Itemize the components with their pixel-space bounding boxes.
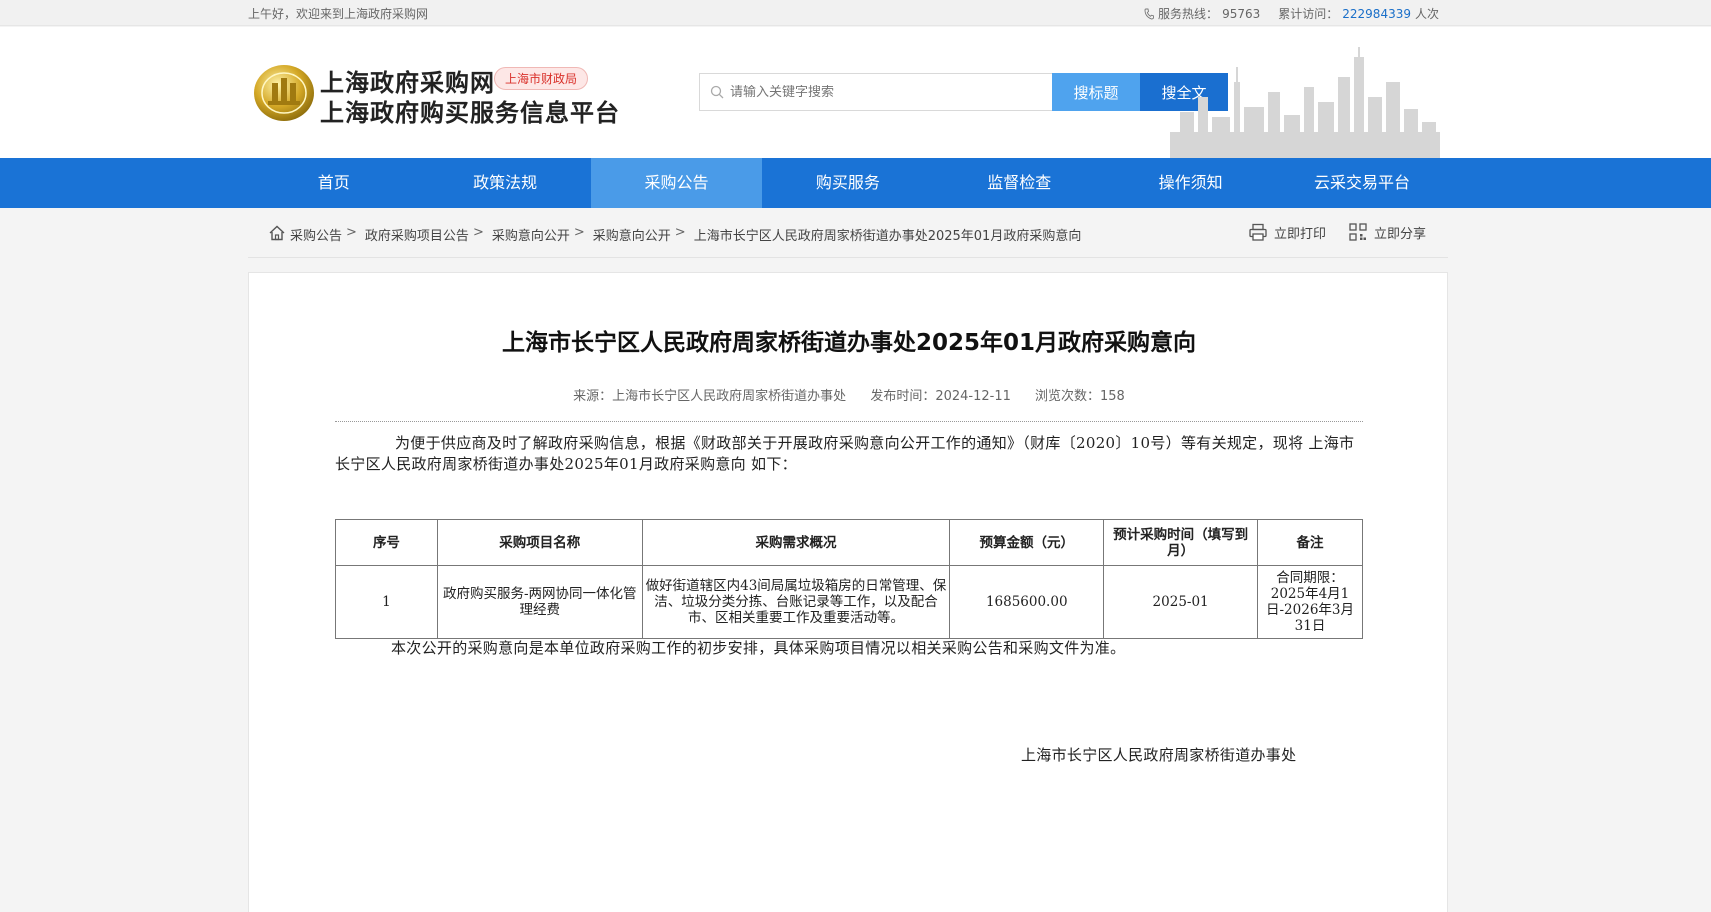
share-label: 立即分享	[1373, 226, 1426, 242]
page-actions: 立即打印 立即分享	[1248, 222, 1426, 242]
breadcrumb-item[interactable]: 政府采购项目公告	[365, 225, 469, 244]
table-cell: 做好街道辖区内43间局属垃圾箱房的日常管理、保洁、垃圾分类分拣、台账记录等工作，…	[641, 565, 951, 639]
table-header-cell: 序号	[335, 519, 438, 566]
nav-cloud-platform[interactable]: 云采交易平台	[1276, 158, 1447, 208]
article-note: 本次公开的采购意向是本单位政府采购工作的初步安排，具体采购项目情况以相关采购公告…	[391, 639, 1126, 657]
share-button[interactable]: 立即分享	[1348, 222, 1426, 242]
search-title-button[interactable]: 搜标题	[1052, 73, 1140, 111]
bureau-tag: 上海市财政局	[494, 67, 589, 90]
article-views: 浏览次数：158	[1035, 389, 1125, 404]
site-logo-emblem[interactable]	[252, 61, 316, 123]
table-cell: 1	[335, 565, 438, 639]
article-signature: 上海市长宁区人民政府周家桥街道办事处	[1021, 746, 1297, 764]
top-bar-stats: 服务热线： 95763 累计访问： 222984339 人次	[1144, 5, 1439, 22]
visits-count: 222984339	[1342, 6, 1411, 21]
article-meta: 来源：上海市长宁区人民政府周家桥街道办事处 发布时间：2024-12-11 浏览…	[249, 385, 1449, 404]
table-cell: 合同期限：2025年4月1日-2026年3月31日	[1257, 565, 1363, 639]
table-cell: 政府购买服务-两网协同一体化管理经费	[436, 565, 643, 639]
table-cell: 1685600.00	[949, 565, 1105, 639]
breadcrumb-item[interactable]: 采购意向公开	[492, 225, 570, 244]
nav-procurement-notice[interactable]: 采购公告	[590, 158, 763, 208]
table-cell: 2025-01	[1103, 565, 1259, 639]
table-header-cell: 预算金额（元）	[949, 519, 1105, 566]
breadcrumb-item[interactable]: 采购公告	[290, 225, 342, 244]
table-header-cell: 采购项目名称	[436, 519, 643, 566]
visits-label: 累计访问：	[1278, 7, 1339, 21]
site-header: 上海政府采购网 上海市财政局 上海政府购买服务信息平台 搜标题 搜全文	[0, 27, 1711, 158]
print-button[interactable]: 立即打印	[1248, 222, 1326, 242]
search-icon	[710, 85, 724, 99]
nav-supervision[interactable]: 监督检查	[934, 158, 1105, 208]
article-title: 上海市长宁区人民政府周家桥街道办事处2025年01月政府采购意向	[501, 330, 1197, 356]
article-panel: 上海市长宁区人民政府周家桥街道办事处2025年01月政府采购意向 来源：上海市长…	[248, 272, 1448, 912]
home-icon[interactable]	[268, 224, 286, 242]
table-header-cell: 预计采购时间（填写到月）	[1103, 519, 1259, 566]
qr-code-icon	[1349, 223, 1367, 241]
nav-policy[interactable]: 政策法规	[419, 158, 590, 208]
divider	[335, 421, 1363, 422]
welcome-text: 上午好，欢迎来到上海政府采购网	[248, 7, 429, 21]
table-header-row: 序号 采购项目名称 采购需求概况 预算金额（元） 预计采购时间（填写到月） 备注	[335, 519, 1363, 566]
article-intro: 为便于供应商及时了解政府采购信息，根据《财政部关于开展政府采购意向公开工作的通知…	[335, 434, 1355, 473]
table-header-cell: 备注	[1257, 519, 1363, 566]
skyline-illustration	[1170, 37, 1440, 158]
hotline-number: 95763	[1222, 6, 1261, 21]
breadcrumb-item[interactable]: 采购意向公开	[593, 225, 671, 244]
search-input[interactable]	[730, 84, 1030, 100]
nav-home[interactable]: 首页	[248, 158, 419, 208]
table-header-cell: 采购需求概况	[641, 519, 951, 566]
top-bar: 上午好，欢迎来到上海政府采购网 服务热线： 95763 累计访问： 222984…	[0, 0, 1711, 26]
article-publish-date: 发布时间：2024-12-11	[870, 389, 1011, 404]
breadcrumb-bar: 采购公告 > 政府采购项目公告 > 采购意向公开 > 采购意向公开 > 上海市长宁区人民…	[248, 208, 1448, 258]
hotline-label: 服务热线：	[1158, 7, 1219, 21]
phone-icon	[1144, 8, 1154, 20]
article-source: 来源：上海市长宁区人民政府周家桥街道办事处	[573, 389, 847, 404]
breadcrumb-current: 上海市长宁区人民政府周家桥街道办事处2025年01月政府采购意向	[693, 229, 1082, 244]
procurement-table: 序号 采购项目名称 采购需求概况 预算金额（元） 预计采购时间（填写到月） 备注…	[335, 519, 1363, 639]
table-row: 1 政府购买服务-两网协同一体化管理经费 做好街道辖区内43间局属垃圾箱房的日常…	[335, 565, 1363, 639]
site-subtitle: 上海政府购买服务信息平台	[320, 99, 620, 127]
visits-unit: 人次	[1414, 7, 1439, 21]
main-nav: 首页 政策法规 采购公告 购买服务 监督检查 操作须知 云采交易平台	[0, 158, 1711, 208]
breadcrumb: 采购公告 > 政府采购项目公告 > 采购意向公开 > 采购意向公开 > 上海市长宁区人民…	[290, 225, 1082, 244]
search-box	[699, 73, 1053, 111]
print-label: 立即打印	[1273, 226, 1326, 242]
nav-instructions[interactable]: 操作须知	[1105, 158, 1276, 208]
printer-icon	[1249, 223, 1267, 241]
nav-purchase-service[interactable]: 购买服务	[762, 158, 933, 208]
